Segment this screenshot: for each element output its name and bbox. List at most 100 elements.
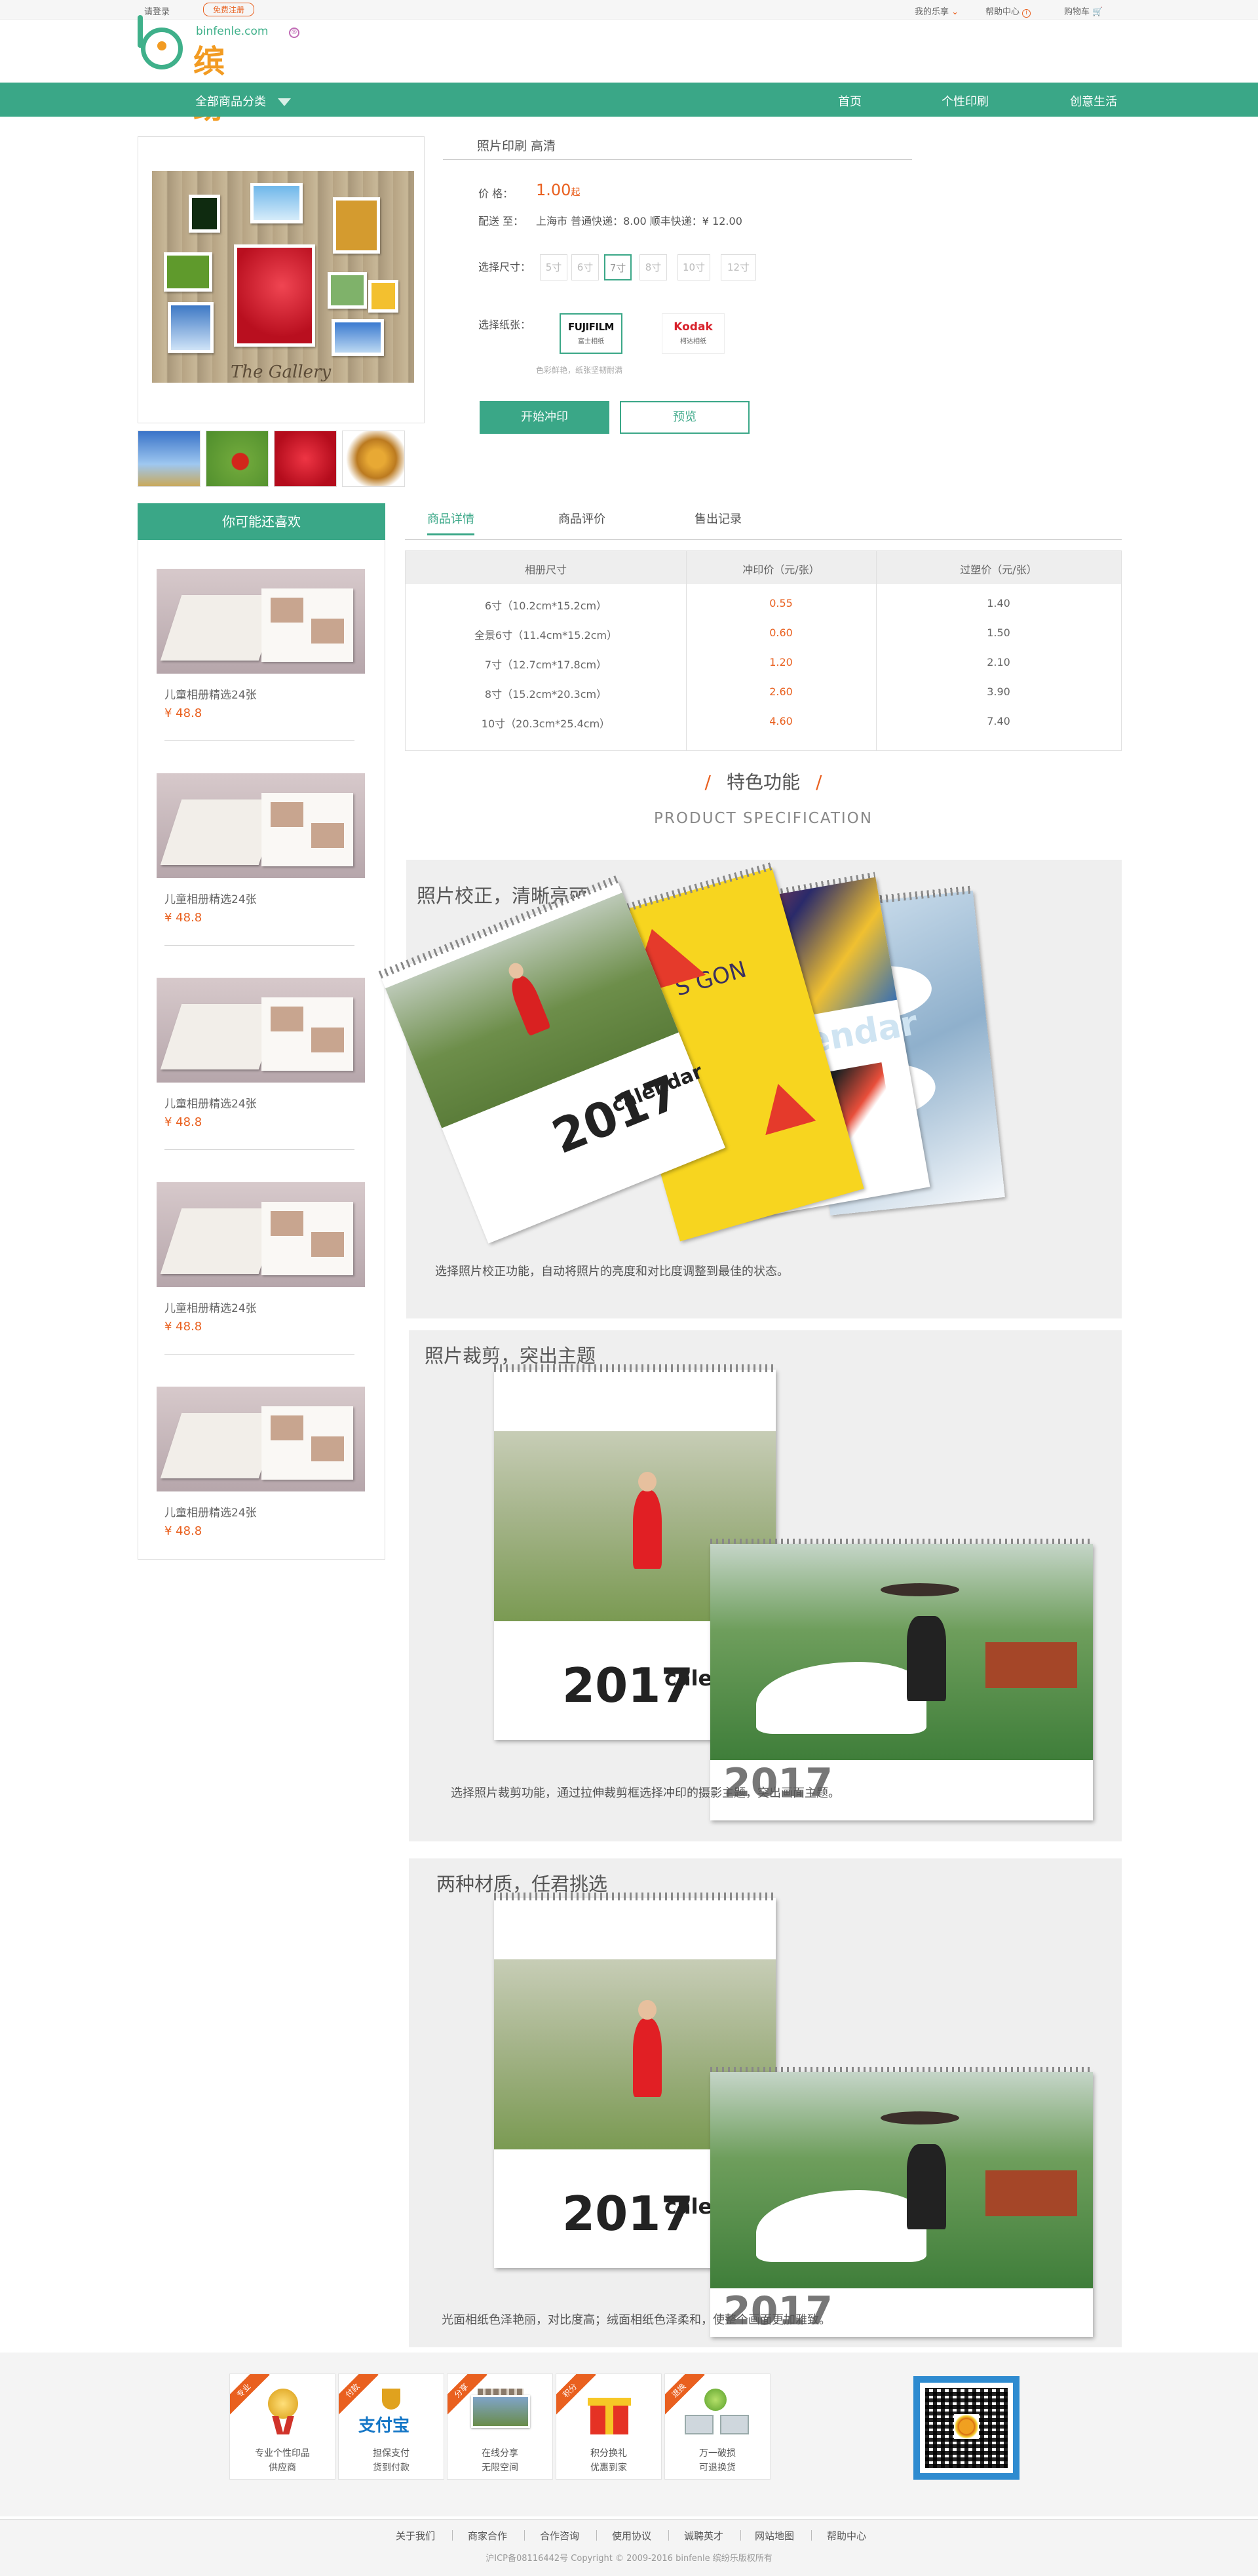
footer-link-jobs[interactable]: 诚聘英才 xyxy=(684,2529,723,2543)
footer-link-help[interactable]: 帮助中心 xyxy=(827,2529,866,2543)
start-print-button[interactable]: 开始冲印 xyxy=(480,401,609,434)
price-label: 价 格： xyxy=(478,187,514,200)
column-header-laminate: 过塑价（元/张） xyxy=(960,564,1037,576)
medal-icon xyxy=(261,2389,305,2436)
recommend-item-price: ¥ 48.8 xyxy=(164,1524,202,1538)
copyright: 沪ICP备08116442号 Copyright © 2009-2016 bin… xyxy=(486,2554,772,2564)
tab-details[interactable]: 商品详情 xyxy=(427,510,474,535)
nav-item-home[interactable]: 首页 xyxy=(838,92,862,109)
feature-panel-crop: 照片裁剪，突出主题 2017 calendar 2017 选择照片裁剪功能，通过… xyxy=(409,1330,1122,1841)
login-link[interactable]: 请登录 xyxy=(144,5,170,17)
all-categories-menu[interactable]: 全部商品分类 xyxy=(195,92,291,109)
table-cell-size: 7寸（12.7cm*17.8cm） xyxy=(484,659,607,671)
detail-tabs: 商品详情 商品评价 售出记录 xyxy=(405,503,1122,540)
column-header-print: 冲印价（元/张） xyxy=(742,564,820,576)
table-cell-laminate: 2.10 xyxy=(987,656,1010,668)
divider xyxy=(164,1354,354,1355)
table-cell-size: 6寸（10.2cm*15.2cm） xyxy=(484,600,607,612)
register-button[interactable]: 免费注册 xyxy=(203,3,255,16)
service-return[interactable]: 退换 万一破损 可退换货 xyxy=(664,2374,771,2480)
table-cell-print: 2.60 xyxy=(769,685,793,698)
info-icon: i xyxy=(1022,9,1031,18)
size-option-5[interactable]: 5寸 xyxy=(540,254,567,280)
nav-item-personal-print[interactable]: 个性印刷 xyxy=(942,92,989,109)
table-cell-laminate: 1.50 xyxy=(987,626,1010,639)
tab-sales-record[interactable]: 售出记录 xyxy=(695,510,742,527)
footer-link-consult[interactable]: 合作咨询 xyxy=(540,2529,579,2543)
recommend-item[interactable]: 儿童相册精选24张 ¥ 48.8 xyxy=(157,1387,365,1583)
paper-note: 色彩鲜艳，纸张坚韧耐满 xyxy=(536,366,623,375)
service-points[interactable]: 积分 积分换礼 优惠到家 xyxy=(556,2374,662,2480)
qr-code-image xyxy=(913,2376,1020,2480)
recommend-item-price: ¥ 48.8 xyxy=(164,706,202,720)
sunflower-icon xyxy=(954,2414,979,2439)
thumbnail-2[interactable] xyxy=(206,431,269,487)
footer-link-business[interactable]: 商家合作 xyxy=(468,2529,507,2543)
recommend-item[interactable]: 儿童相册精选24张 ¥ 48.8 xyxy=(157,773,365,970)
fujifilm-logo: FUJIFILM xyxy=(568,321,614,333)
service-professional[interactable]: 专业 专业个性印品 供应商 xyxy=(229,2374,335,2480)
thumbnail-4[interactable] xyxy=(342,431,405,487)
recommend-item[interactable]: 儿童相册精选24张 ¥ 48.8 xyxy=(157,978,365,1174)
recommend-item[interactable]: 儿童相册精选24张 ¥ 48.8 xyxy=(157,1182,365,1379)
gallery-wall-text: The Gallery xyxy=(231,362,332,382)
shipping-label: 配送 至： xyxy=(478,215,524,227)
features-title: / 特色功能 / xyxy=(405,768,1122,794)
divider xyxy=(164,945,354,946)
triangle-down-icon xyxy=(278,98,291,106)
thumbnail-1[interactable] xyxy=(138,431,200,487)
help-link[interactable]: 帮助中心 i xyxy=(985,5,1031,18)
gallery-wall-image: The Gallery xyxy=(152,171,414,383)
size-option-6[interactable]: 6寸 xyxy=(571,254,599,280)
my-account-link[interactable]: 我的乐享 ⌄ xyxy=(915,5,959,17)
nav-item-creative-life[interactable]: 创意生活 xyxy=(1070,92,1117,109)
album-image xyxy=(157,1182,365,1287)
table-cell-size: 全景6寸（11.4cm*15.2cm） xyxy=(474,629,618,642)
table-cell-print: 0.60 xyxy=(769,626,793,639)
photo-share-icon xyxy=(471,2389,530,2436)
logo-mark xyxy=(138,15,183,69)
top-bar: 请登录 免费注册 我的乐享 ⌄ 帮助中心 i 购物车 🛒 xyxy=(0,0,1258,20)
size-option-8[interactable]: 8寸 xyxy=(639,254,667,280)
footer-link-agreement[interactable]: 使用协议 xyxy=(612,2529,651,2543)
price-suffix: 起 xyxy=(571,187,581,198)
size-option-12[interactable]: 12寸 xyxy=(721,254,756,280)
table-cell-size: 10寸（20.3cm*25.4cm） xyxy=(481,718,611,730)
recommend-item-name: 儿童相册精选24张 xyxy=(164,689,257,702)
paper-option-kodak[interactable]: Kodak 柯达相纸 xyxy=(662,313,725,354)
size-option-7[interactable]: 7寸 xyxy=(604,254,632,280)
thumbnail-3[interactable] xyxy=(274,431,337,487)
footer-link-about[interactable]: 关于我们 xyxy=(396,2529,435,2543)
service-share[interactable]: 分享 在线分享 无限空间 xyxy=(447,2374,553,2480)
recommend-item-price: ¥ 48.8 xyxy=(164,1320,202,1334)
help-label: 帮助中心 xyxy=(985,7,1020,17)
my-account-label: 我的乐享 xyxy=(915,7,949,17)
table-cell-print: 0.55 xyxy=(769,597,793,609)
main-nav: 全部商品分类 首页 个性印刷 创意生活 xyxy=(0,83,1258,117)
paper-option-fujifilm[interactable]: FUJIFILM 富士相纸 xyxy=(560,313,622,354)
cart-label: 购物车 xyxy=(1064,7,1090,17)
kodak-logo: Kodak xyxy=(674,320,713,334)
album-image xyxy=(157,1387,365,1491)
qr-code xyxy=(920,2383,1013,2473)
registered-icon: ® xyxy=(289,28,299,38)
slash-right: / xyxy=(816,771,822,793)
preview-button[interactable]: 预览 xyxy=(620,401,750,434)
album-image xyxy=(157,773,365,878)
cart-link[interactable]: 购物车 🛒 xyxy=(1064,5,1103,17)
size-option-10[interactable]: 10寸 xyxy=(677,254,710,280)
service-payment[interactable]: 付款 支付宝 担保支付 货到付款 xyxy=(338,2374,444,2480)
footer-link-sitemap[interactable]: 网站地图 xyxy=(755,2529,794,2543)
footer-links: 关于我们 商家合作 合作咨询 使用协议 诚聘英才 网站地图 帮助中心 沪ICP备… xyxy=(0,2519,1258,2576)
recommend-item-name: 儿童相册精选24张 xyxy=(164,1507,257,1520)
slash-left: / xyxy=(704,771,711,793)
divider xyxy=(164,1149,354,1150)
paper-label: 选择纸张： xyxy=(478,318,531,331)
recommend-item-price: ¥ 48.8 xyxy=(164,1115,202,1129)
fujifilm-sub: 富士相纸 xyxy=(578,338,604,345)
recommend-item-name: 儿童相册精选24张 xyxy=(164,1302,257,1315)
tab-reviews[interactable]: 商品评价 xyxy=(558,510,605,527)
recommend-item-name: 儿童相册精选24张 xyxy=(164,1098,257,1111)
all-categories-label: 全部商品分类 xyxy=(195,95,266,109)
recommend-item[interactable]: 儿童相册精选24张 ¥ 48.8 xyxy=(157,569,365,765)
